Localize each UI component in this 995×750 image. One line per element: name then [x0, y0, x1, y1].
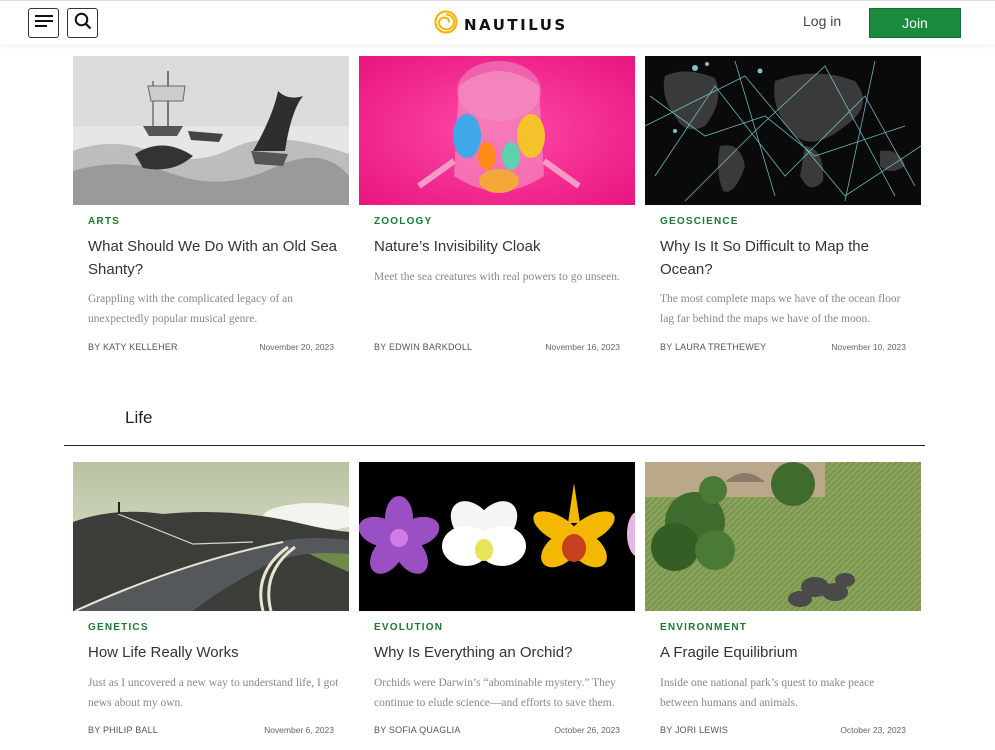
section-title-life[interactable]: Life [125, 408, 152, 428]
nautilus-shell-icon [434, 10, 458, 39]
article-date: November 10, 2023 [831, 342, 906, 352]
article-card-orchid[interactable]: EVOLUTION Why Is Everything an Orchid? O… [359, 462, 635, 735]
article-date: November 6, 2023 [264, 725, 334, 735]
article-dek: The most complete maps we have of the oc… [660, 293, 901, 325]
search-button[interactable] [67, 8, 98, 38]
article-title[interactable]: What Should We Do With an Old Sea Shanty… [88, 235, 338, 281]
hamburger-icon [34, 14, 53, 33]
article-byline[interactable]: BY PHILIP BALL [88, 725, 158, 735]
search-icon [74, 12, 92, 35]
article-card-invisibility-cloak[interactable]: ZOOLOGY Nature’s Invisibility Cloak Meet… [359, 56, 635, 352]
article-image-aerial-farmland[interactable] [645, 462, 921, 611]
article-date: November 20, 2023 [259, 342, 334, 352]
article-category[interactable]: GENETICS [88, 622, 149, 633]
article-card-map-ocean[interactable]: GEOSCIENCE Why Is It So Difficult to Map… [645, 56, 921, 352]
article-date: October 26, 2023 [554, 725, 620, 735]
article-title[interactable]: Why Is It So Difficult to Map the Ocean? [660, 235, 910, 281]
login-link[interactable]: Log in [803, 13, 841, 29]
article-dek: Orchids were Darwin’s “abominable myster… [374, 677, 616, 709]
site-logo[interactable]: NAUTILUS [434, 10, 568, 39]
section-divider [64, 445, 925, 446]
article-category[interactable]: ZOOLOGY [374, 216, 432, 227]
article-dek: Grappling with the complicated legacy of… [88, 293, 294, 325]
article-byline[interactable]: BY SOFIA QUAGLIA [374, 725, 461, 735]
join-button[interactable]: Join [869, 8, 961, 38]
article-category[interactable]: ENVIRONMENT [660, 622, 747, 633]
article-category[interactable]: EVOLUTION [374, 622, 443, 633]
article-dek: Just as I uncovered a new way to underst… [88, 677, 339, 709]
article-title[interactable]: Nature’s Invisibility Cloak [374, 235, 624, 258]
article-card-how-life-works[interactable]: GENETICS How Life Really Works Just as I… [73, 462, 349, 735]
article-date: November 16, 2023 [545, 342, 620, 352]
article-category[interactable]: GEOSCIENCE [660, 216, 739, 227]
article-category[interactable]: ARTS [88, 216, 120, 227]
article-byline[interactable]: BY LAURA TRETHEWEY [660, 342, 766, 352]
article-image-transparent-creature[interactable] [359, 56, 635, 205]
article-image-winding-road[interactable] [73, 462, 349, 611]
top-nav-bar: NAUTILUS Log in Join [0, 0, 995, 44]
article-byline[interactable]: BY EDWIN BARKDOLL [374, 342, 472, 352]
article-dek: Inside one national park’s quest to make… [660, 677, 875, 709]
article-card-fragile-equilibrium[interactable]: ENVIRONMENT A Fragile Equilibrium Inside… [645, 462, 921, 735]
article-title[interactable]: How Life Really Works [88, 641, 338, 664]
article-byline[interactable]: BY JORI LEWIS [660, 725, 728, 735]
logo-wordmark: NAUTILUS [464, 15, 568, 34]
menu-button[interactable] [28, 8, 59, 38]
article-card-sea-shanty[interactable]: ARTS What Should We Do With an Old Sea S… [73, 56, 349, 352]
article-byline[interactable]: BY KATY KELLEHER [88, 342, 178, 352]
article-dek: Meet the sea creatures with real powers … [374, 271, 620, 283]
article-date: October 23, 2023 [840, 725, 906, 735]
article-image-whaling-engraving[interactable] [73, 56, 349, 205]
article-image-orchids[interactable] [359, 462, 635, 611]
article-title[interactable]: A Fragile Equilibrium [660, 641, 910, 664]
article-title[interactable]: Why Is Everything an Orchid? [374, 641, 624, 664]
article-image-ocean-map[interactable] [645, 56, 921, 205]
